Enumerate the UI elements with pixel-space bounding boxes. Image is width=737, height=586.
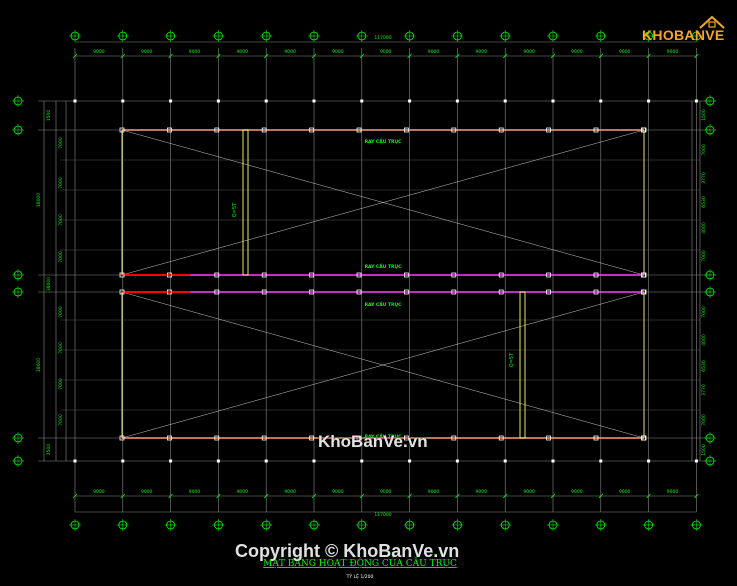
bay-dimension-label: 9000	[428, 489, 440, 495]
right-dim: 1500	[701, 109, 707, 121]
bay-dimension-label: 9000	[93, 49, 105, 55]
left-outer-dim: 1500	[46, 110, 52, 122]
perimeter-column	[169, 459, 173, 463]
bay-dimension-label: 9000	[523, 489, 535, 495]
right-dim: 7000	[701, 250, 707, 262]
perimeter-column	[455, 99, 459, 103]
bay-dimension-label: 9000	[476, 49, 488, 55]
bay-dimension-label: 9000	[237, 489, 249, 495]
right-dim: 3770	[701, 172, 707, 184]
left-inner-dim: 7000	[58, 342, 64, 354]
perimeter-column	[551, 99, 555, 103]
left-inner-dim: 7000	[58, 137, 64, 149]
perimeter-column	[360, 99, 364, 103]
bay-dimension-label: 9000	[237, 49, 249, 55]
bay-dimension-label: 9000	[667, 489, 679, 495]
perimeter-column	[599, 459, 603, 463]
overall-dimension-top: 117000	[374, 35, 391, 41]
perimeter-column	[455, 459, 459, 463]
perimeter-column	[360, 459, 364, 463]
cad-drawing-canvas: 9000 9000 9000 9000 9000 9000 9000 9000 9000 9000…	[0, 0, 737, 582]
perimeter-column	[647, 99, 651, 103]
right-dim: 6530	[701, 360, 707, 372]
bay-dimension-label: 9000	[571, 489, 583, 495]
bay-dimension-label: 9000	[93, 489, 105, 495]
perimeter-column	[216, 99, 220, 103]
left-inner-dim: 7000	[58, 378, 64, 390]
left-inner-dim: 7000	[58, 214, 64, 226]
khobanve-logo: KHOBANVE	[638, 14, 726, 44]
drawing-scale: TỶ LỆ 1/200	[346, 572, 374, 580]
left-inner-dim: 7000	[58, 414, 64, 426]
axis-bubbles	[12, 30, 716, 531]
perimeter-column	[121, 99, 125, 103]
rail-label: RAY CẦU TRỤC	[365, 299, 403, 308]
perimeter-column	[73, 459, 77, 463]
perimeter-column	[312, 459, 316, 463]
bay-dimension-label: 9000	[619, 489, 631, 495]
right-dim: 1500	[701, 444, 707, 456]
perimeter-column	[694, 99, 698, 103]
crane-plan	[73, 99, 698, 463]
perimeter-column	[503, 99, 507, 103]
crane-label-1: Q=5T	[232, 202, 238, 217]
perimeter-column	[73, 99, 77, 103]
center-watermark: KhoBanVe.vn	[318, 432, 428, 451]
left-inner-dim: 7000	[58, 306, 64, 318]
perimeter-column	[551, 459, 555, 463]
bay-dimension-label: 9000	[476, 489, 488, 495]
rail-label: RAY CẦU TRỤC	[365, 261, 403, 270]
bay-dimension-label: 9000	[189, 489, 201, 495]
bay-dimension-label: 9000	[667, 49, 679, 55]
crane-bridge-2	[519, 291, 526, 439]
logo-text: KHOBANVE	[642, 27, 725, 43]
bay-dimension-label: 9000	[571, 49, 583, 55]
perimeter-column	[599, 99, 603, 103]
left-outer-dim: 1500	[46, 444, 52, 456]
left-inner-dim: 7000	[58, 177, 64, 189]
right-dim: 7000	[701, 144, 707, 156]
overall-dimension-bottom: 117000	[374, 512, 391, 518]
perimeter-column	[264, 459, 268, 463]
perimeter-column	[169, 99, 173, 103]
rail-label: RAY CẦU TRỤC	[365, 136, 403, 145]
bay-dimension-label: 9000	[380, 49, 392, 55]
plan-text: 9000 9000 9000 9000 9000 9000 9000 9000 9000 9000…	[36, 35, 707, 580]
perimeter-column	[503, 459, 507, 463]
crane-bridge-1	[242, 129, 249, 276]
perimeter-column	[647, 459, 651, 463]
perimeter-column	[264, 99, 268, 103]
right-dim: 7000	[701, 414, 707, 426]
right-dim: 4000	[701, 334, 707, 346]
right-dim: 4000	[701, 222, 707, 234]
perimeter-column	[408, 459, 412, 463]
bay-dimension-label: 9000	[141, 49, 153, 55]
perimeter-column	[312, 99, 316, 103]
perimeter-column	[694, 459, 698, 463]
bay-dimension-label: 9000	[189, 49, 201, 55]
bay-dimension-label: 9000	[380, 489, 392, 495]
right-dim: 3770	[701, 384, 707, 396]
left-mid-total: 18000	[36, 193, 42, 207]
bay-dimension-label: 9000	[428, 49, 440, 55]
copyright-watermark: Copyright © KhoBanVe.vn	[235, 541, 460, 561]
left-inner-dim: 7000	[58, 251, 64, 263]
right-dim: 6530	[701, 196, 707, 208]
right-dim: 7000	[701, 306, 707, 318]
left-outer-dim: 38000	[46, 277, 52, 291]
perimeter-column	[121, 459, 125, 463]
left-mid-total-2: 18000	[36, 358, 42, 372]
perimeter-column	[408, 99, 412, 103]
bay-dimension-label: 9000	[523, 49, 535, 55]
crane-label-2: Q=5T	[509, 352, 515, 367]
bay-dimension-label: 9000	[141, 489, 153, 495]
floor-plan-svg: 9000 9000 9000 9000 9000 9000 9000 9000 9000 9000…	[12, 30, 716, 580]
perimeter-column	[216, 459, 220, 463]
bay-dimension-label: 9000	[619, 49, 631, 55]
bay-dimension-label: 9000	[332, 489, 344, 495]
bay-dimension-label: 9000	[332, 49, 344, 55]
bay-dimension-label: 9000	[284, 489, 296, 495]
bay-dimension-label: 9000	[284, 49, 296, 55]
